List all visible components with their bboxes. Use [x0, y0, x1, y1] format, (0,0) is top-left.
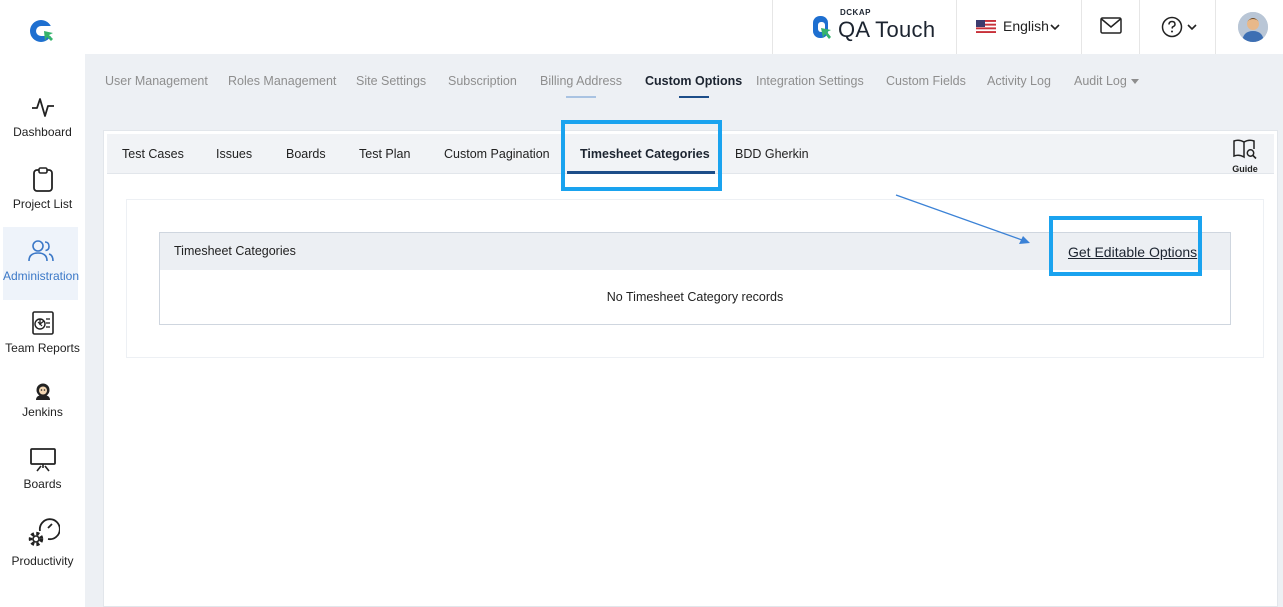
sidebar-item-jenkins[interactable]: Jenkins [0, 382, 85, 419]
caret-down-icon [1130, 79, 1139, 85]
brand-company: DCKAP [840, 8, 871, 17]
tab-audit-log[interactable]: Audit Log [1074, 74, 1139, 88]
guide-label: Guide [1232, 164, 1258, 174]
sidebar-item-dashboard[interactable]: Dashboard [0, 94, 85, 139]
tab-site-settings[interactable]: Site Settings [356, 74, 426, 88]
presentation-board-icon [29, 448, 56, 472]
sidebar-item-label: Administration [3, 269, 80, 283]
subtab-custom-pagination[interactable]: Custom Pagination [444, 147, 550, 161]
chevron-down-icon [1187, 24, 1197, 31]
tab-underline [678, 96, 709, 98]
sidebar-item-project-list[interactable]: Project List [0, 166, 85, 211]
tab-roles-management[interactable]: Roles Management [228, 74, 336, 88]
table-title: Timesheet Categories [174, 244, 296, 258]
tab-integration-settings[interactable]: Integration Settings [756, 74, 864, 88]
language-selector[interactable]: English [956, 0, 1081, 54]
sidebar-item-team-reports[interactable]: Team Reports [0, 310, 85, 355]
mail-icon [1100, 17, 1122, 34]
tab-billing-address[interactable]: Billing Address [540, 74, 622, 98]
sidebar-item-productivity[interactable]: Productivity [0, 517, 85, 568]
user-avatar-icon [1238, 12, 1268, 42]
tab-custom-options[interactable]: Custom Options [645, 74, 743, 98]
clipboard-icon [32, 167, 53, 192]
book-search-icon [1233, 139, 1257, 160]
chevron-down-icon [1050, 24, 1060, 31]
sidebar-item-label: Boards [23, 477, 62, 491]
sidebar-item-administration[interactable]: Administration [3, 227, 80, 300]
sidebar-item-label: Jenkins [22, 405, 63, 419]
subtab-bdd-gherkin[interactable]: BDD Gherkin [735, 147, 809, 161]
brand-name: QA Touch [838, 17, 936, 42]
sidebar-item-boards[interactable]: Boards [0, 446, 85, 491]
language-label: English [1003, 18, 1049, 34]
tab-subscription[interactable]: Subscription [448, 74, 517, 88]
app-logo-icon[interactable] [28, 17, 56, 45]
sidebar-item-label: Dashboard [13, 125, 72, 139]
user-menu[interactable] [1215, 0, 1283, 54]
tab-underline [566, 96, 596, 98]
highlight-box-timesheet-tab [561, 120, 722, 191]
avatar[interactable] [1238, 12, 1268, 42]
pulse-icon [31, 98, 54, 117]
sidebar-item-label: Team Reports [5, 341, 80, 355]
subtab-issues[interactable]: Issues [216, 147, 252, 161]
sidebar-item-label: Productivity [11, 554, 74, 568]
sidebar-item-label: Project List [12, 197, 73, 211]
custom-options-panel: Test Cases Issues Boards Test Plan Custo… [103, 130, 1278, 607]
tab-user-management[interactable]: User Management [105, 74, 208, 88]
tab-label: Custom Options [645, 74, 743, 88]
guide-button[interactable]: Guide [1230, 138, 1260, 174]
gear-gauge-icon [28, 518, 60, 547]
admin-tabs: User Management Roles Management Site Se… [85, 54, 1283, 110]
tab-activity-log[interactable]: Activity Log [987, 74, 1051, 88]
messages-button[interactable] [1081, 0, 1139, 54]
tab-custom-fields[interactable]: Custom Fields [886, 74, 966, 88]
help-menu[interactable] [1139, 0, 1215, 54]
tab-label: Billing Address [540, 74, 622, 88]
sidebar: Dashboard Project List Administration Te… [0, 54, 85, 607]
qatouch-logo-icon [813, 16, 831, 39]
top-header: DCKAP QA Touch English [0, 0, 1283, 54]
subtab-test-plan[interactable]: Test Plan [359, 147, 410, 161]
empty-state-message: No Timesheet Category records [606, 290, 784, 304]
jenkins-icon [35, 383, 50, 400]
question-circle-icon [1161, 16, 1183, 38]
us-flag-icon [976, 20, 996, 33]
highlight-box-editable-options [1049, 216, 1202, 276]
tab-label: Audit Log [1074, 74, 1127, 88]
subtab-boards[interactable]: Boards [286, 147, 326, 161]
subtab-test-cases[interactable]: Test Cases [122, 147, 184, 161]
brand-logo: DCKAP QA Touch [772, 0, 956, 54]
users-icon [27, 240, 54, 262]
report-icon [31, 311, 54, 335]
